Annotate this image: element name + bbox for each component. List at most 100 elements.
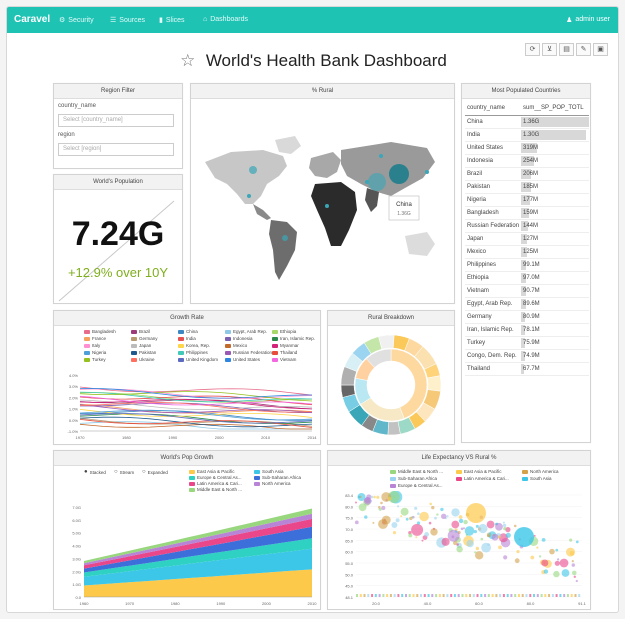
country-bubble[interactable] [419, 511, 429, 522]
country-bubble[interactable] [451, 520, 460, 529]
legend-item[interactable]: United Kingdom [178, 357, 218, 362]
user-menu[interactable]: ♟ admin user [566, 16, 610, 24]
legend-item[interactable]: Indonesia [225, 336, 253, 341]
country-bubble[interactable] [415, 536, 418, 539]
country-bubble[interactable] [503, 527, 507, 531]
table-row[interactable]: China 1.36G [465, 115, 589, 129]
country-bubble[interactable] [557, 558, 560, 561]
mode-stacked[interactable]: ● Stacked [84, 469, 106, 475]
nav-slices[interactable]: ▮ Slices [159, 16, 185, 25]
country-bubble[interactable] [400, 515, 403, 518]
country-bubble[interactable] [357, 495, 361, 499]
country-bubble[interactable] [436, 513, 439, 516]
legend-item[interactable]: Latin America & Cari... [456, 476, 509, 481]
country-bubble[interactable] [516, 550, 520, 554]
legend-item[interactable]: Sub-Saharan Africa [254, 475, 301, 480]
country-bubble[interactable] [536, 546, 539, 549]
country-bubble[interactable] [502, 521, 505, 524]
china-bubble[interactable] [466, 503, 486, 523]
legend-item[interactable]: Egypt, Arab Rep. [225, 329, 267, 334]
country-bubble[interactable] [400, 507, 409, 516]
country-bubble[interactable] [541, 538, 546, 542]
sunburst-segment[interactable] [387, 421, 401, 436]
country-bubble[interactable] [364, 515, 368, 519]
table-row[interactable]: Nigeria 177M [465, 193, 589, 207]
india-bubble[interactable] [514, 527, 534, 547]
country-bubble[interactable] [498, 545, 502, 550]
country-bubble[interactable] [549, 548, 555, 555]
country-bubble[interactable] [440, 507, 444, 512]
country-bubble[interactable] [480, 537, 484, 541]
country-bubble[interactable] [397, 505, 400, 508]
nav-security[interactable]: ⚙ Security [59, 16, 94, 25]
country-bubble[interactable] [571, 560, 574, 563]
country-bubble[interactable] [475, 524, 479, 528]
country-bubble[interactable] [421, 539, 424, 542]
country-bubble[interactable] [475, 546, 480, 551]
sunburst-segment[interactable] [427, 375, 442, 392]
country-bubble[interactable] [416, 521, 421, 525]
legend-item[interactable]: India [178, 336, 196, 341]
country-bubble[interactable] [559, 558, 569, 568]
country-bubble[interactable] [474, 551, 477, 554]
legend-item[interactable]: Iran, Islamic Rep. [272, 336, 315, 341]
legend-item[interactable]: North America [522, 469, 559, 474]
pop-growth-chart[interactable]: 7.0G 6.0G 5.0G 4.0G 3.0G 2.0G 1.0G 0.01960 1970 1… [54, 501, 320, 609]
country-bubble[interactable] [513, 524, 517, 528]
legend-item[interactable]: North America [254, 481, 291, 486]
legend-item[interactable]: Russian Federation [225, 350, 272, 355]
country-bubble[interactable] [370, 495, 374, 499]
country-bubble[interactable] [541, 559, 549, 567]
legend-item[interactable]: Turkey [84, 357, 106, 362]
table-row[interactable]: Russian Federation 144M [465, 219, 589, 233]
legend-item[interactable]: Brazil [131, 329, 150, 334]
country-bubble[interactable] [495, 522, 503, 531]
table-row[interactable]: Ethiopia 97.0M [465, 271, 589, 285]
legend-item[interactable]: France [84, 336, 106, 341]
legend-item[interactable]: Bangladesh [84, 329, 116, 334]
country-bubble[interactable] [463, 519, 468, 525]
country-bubble[interactable] [395, 518, 400, 523]
nav-sources[interactable]: ☰ Sources [110, 16, 145, 25]
country-bubble[interactable] [455, 530, 458, 533]
table-row[interactable]: Turkey 75.9M [465, 336, 589, 350]
country-bubble[interactable] [464, 526, 475, 536]
brand-logo[interactable]: Caravel [14, 14, 50, 25]
legend-item[interactable]: Germany [131, 336, 158, 341]
legend-item[interactable]: Latin America & Cari... [189, 481, 242, 486]
nav-dashboards[interactable]: ⌂ Dashboards [203, 16, 248, 23]
country-bubble[interactable] [502, 523, 507, 528]
country-bubble[interactable] [538, 555, 542, 558]
country-bubble[interactable] [571, 563, 575, 567]
rural-sunburst-chart[interactable] [328, 327, 454, 445]
country-bubble[interactable] [458, 515, 463, 519]
mode-stream[interactable]: ○ Stream [114, 469, 134, 475]
country-bubble[interactable] [554, 560, 560, 566]
table-row[interactable]: Japan 127M [465, 232, 589, 246]
country-bubble[interactable] [481, 542, 491, 553]
legend-item[interactable]: United States [225, 357, 260, 362]
country-bubble[interactable] [503, 555, 508, 560]
table-row[interactable]: Brazil 206M [465, 167, 589, 181]
country-bubble[interactable] [372, 521, 375, 524]
country-bubble[interactable] [411, 523, 424, 536]
country-bubble[interactable] [414, 506, 418, 510]
mode-expanded[interactable]: ○ Expanded [142, 469, 168, 475]
legend-item[interactable]: Middle East & North ... [189, 487, 242, 492]
legend-item[interactable]: Middle East & North ... [390, 469, 443, 474]
legend-item[interactable]: Ethiopia [272, 329, 296, 334]
country-bubble[interactable] [405, 517, 409, 521]
legend-item[interactable]: China [178, 329, 198, 334]
legend-item[interactable]: South Asia [522, 476, 552, 481]
legend-item[interactable]: Nigeria [84, 350, 106, 355]
country-bubble[interactable] [378, 519, 388, 529]
legend-item[interactable]: Europe & Central As... [189, 475, 242, 480]
table-row[interactable]: Pakistan 185M [465, 180, 589, 194]
country-bubble[interactable] [569, 538, 573, 542]
table-row[interactable]: Congo, Dem. Rep. 74.9M [465, 349, 589, 363]
country-bubble[interactable] [411, 516, 413, 519]
country-bubble[interactable] [378, 506, 381, 509]
col-population[interactable]: sum__SP_POP_TOTL [521, 102, 589, 116]
table-row[interactable]: Indonesia 254M [465, 154, 589, 168]
country-bubble[interactable] [431, 505, 435, 510]
